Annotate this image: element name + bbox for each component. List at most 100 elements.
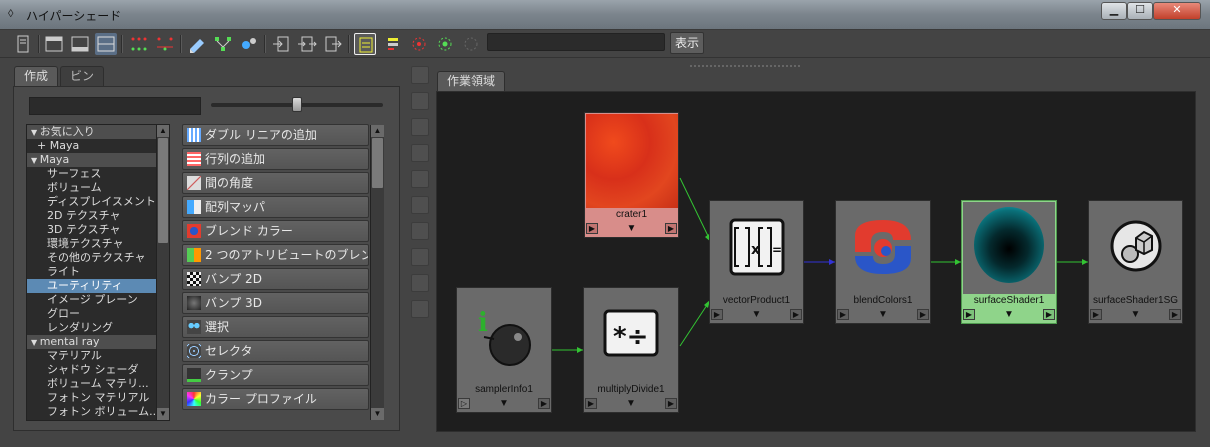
expand-icon[interactable]: ▼ [878,308,888,321]
graph-downstream-icon[interactable] [154,33,176,55]
ipr-render-icon[interactable] [434,33,456,55]
maximize-button[interactable]: ☐ [1127,2,1153,20]
tree-item[interactable]: ディスプレイスメント [27,195,157,209]
output-port-icon[interactable]: ▶ [538,398,550,409]
create-node-button[interactable]: バンプ 2D [182,268,369,290]
show-button[interactable]: 表示 [670,32,704,54]
close-button[interactable]: ✕ [1153,2,1201,20]
expand-icon[interactable]: ▼ [499,397,509,410]
toolbar-search-field[interactable] [487,33,665,51]
tree-item[interactable]: レンダリング [27,321,157,335]
tree-item[interactable]: ボリューム マテリ... [27,377,157,391]
input-port-icon[interactable]: ▷ [458,398,470,409]
create-node-button[interactable]: ブレンド カラー [182,220,369,242]
graph-upstream-icon[interactable] [128,33,150,55]
create-node-button[interactable]: セレクタ [182,340,369,362]
minimize-button[interactable]: ▁ [1101,2,1127,20]
tree-section[interactable]: ▼ お気に入り [27,125,157,139]
expand-icon[interactable]: ▼ [1004,308,1014,321]
tree-item[interactable]: 2D テクスチャ [27,209,157,223]
panel-layout-icon[interactable] [411,66,429,84]
create-node-button[interactable]: 行列の追加 [182,148,369,170]
expand-icon[interactable]: ▼ [1131,308,1141,321]
tree-scrollbar-thumb[interactable] [158,138,168,243]
output-port-icon[interactable]: ▶ [917,309,929,320]
node-crater1[interactable]: crater1 ▶ ▼ ▶ [584,112,679,238]
work-area-canvas[interactable]: crater1 ▶ ▼ ▶ i samplerInfo1 ▷ ▼ ▶ *÷ mu… [436,91,1196,432]
create-node-button[interactable]: 選択 [182,316,369,338]
create-node-button[interactable]: カラー プロファイル [182,388,369,410]
collapse-arrow-icon[interactable]: ▼ [31,156,40,165]
node-surfaceShader1[interactable]: surfaceShader1 ▶ ▼ ▶ [961,200,1057,324]
sort-by-time-icon[interactable] [411,274,429,292]
expand-icon[interactable]: ▼ [626,397,636,410]
tree-item[interactable]: ユーティリティ [27,279,157,293]
node-samplerInfo1[interactable]: i samplerInfo1 ▷ ▼ ▶ [456,287,552,413]
bottom-tabs-icon[interactable] [69,33,91,55]
output-port-icon[interactable]: ▶ [1169,309,1181,320]
input-port-icon[interactable]: ▶ [711,309,723,320]
swatch-small-icon[interactable] [411,118,429,136]
create-node-button[interactable]: 2 つのアトリビュートのブレンド [182,244,369,266]
tree-item[interactable]: ボリューム [27,181,157,195]
node-list-scrollbar[interactable]: ▲ ▼ [370,125,384,420]
output-port-icon[interactable]: ▶ [1043,309,1055,320]
tree-scrollbar[interactable]: ▲ ▼ [156,125,169,420]
tree-item[interactable]: マテリアル [27,349,157,363]
render-settings-icon[interactable] [408,33,430,55]
node-list-scrollbar-thumb[interactable] [372,138,383,188]
collapse-arrow-icon[interactable]: ▼ [31,338,40,347]
input-port-icon[interactable]: ▶ [963,309,975,320]
output-port-icon[interactable]: ▶ [665,223,677,234]
tree-item[interactable]: グロー [27,307,157,321]
tab-work-area[interactable]: 作業領域 [437,71,505,91]
scroll-up-icon[interactable]: ▲ [157,125,169,137]
sort-by-type-icon[interactable] [411,248,429,266]
top-tabs-icon[interactable] [43,33,65,55]
tree-item[interactable]: シャドウ シェーダ [27,363,157,377]
tree-section[interactable]: ▼ Maya [27,153,157,167]
split-tabs-icon[interactable] [95,33,117,55]
sort-reverse-icon[interactable] [411,300,429,318]
tree-item[interactable]: フォトン マテリアル [27,391,157,405]
input-port-icon[interactable]: ▶ [585,398,597,409]
expand-plus-icon[interactable]: + [37,139,50,152]
input-port-icon[interactable]: ▶ [1090,309,1102,320]
expand-icon[interactable]: ▼ [627,222,637,235]
input-output-connections-icon[interactable] [296,33,318,55]
tree-item[interactable]: イメージ プレーン [27,293,157,307]
expand-icon[interactable]: ▼ [752,308,762,321]
icon-view-icon[interactable] [411,170,429,188]
node-vectorProduct1[interactable]: x = vectorProduct1 ▶ ▼ ▶ [709,200,804,324]
input-port-icon[interactable]: ▶ [837,309,849,320]
output-port-icon[interactable]: ▶ [665,398,677,409]
create-node-button[interactable]: クランプ [182,364,369,386]
rearrange-graph-icon[interactable] [212,33,234,55]
scroll-down-icon[interactable]: ▼ [371,408,384,420]
tree-item[interactable]: 3D テクスチャ [27,223,157,237]
node-surfaceShader1SG[interactable]: surfaceShader1SG ▶ ▼ ▶ [1088,200,1183,324]
tree-item[interactable]: その他のテクスチャ [27,251,157,265]
node-filter-field[interactable] [29,97,201,115]
icon-size-slider-handle[interactable] [292,97,302,112]
create-node-button[interactable]: 間の角度 [182,172,369,194]
tree-item[interactable]: 環境テクスチャ [27,237,157,251]
node-multiplyDivide1[interactable]: *÷ multiplyDivide1 ▶ ▼ ▶ [583,287,679,413]
swatch-large-icon[interactable] [411,144,429,162]
tab-create[interactable]: 作成 [14,66,58,86]
output-port-icon[interactable]: ▶ [790,309,802,320]
layout-toggle-icon[interactable] [12,33,34,55]
node-blendColors1[interactable]: blendColors1 ▶ ▼ ▶ [835,200,931,324]
tree-item[interactable]: サーフェス [27,167,157,181]
scroll-up-icon[interactable]: ▲ [371,125,384,137]
create-node-button[interactable]: ダブル リニアの追加 [182,124,369,146]
tree-item[interactable]: ライト [27,265,157,279]
input-port-icon[interactable]: ▶ [586,223,598,234]
tab-bins[interactable]: ビン [60,66,104,86]
name-view-icon[interactable] [411,196,429,214]
attribute-view-icon[interactable] [382,33,404,55]
tree-section[interactable]: ▼ mental ray [27,335,157,349]
swatch-display-icon[interactable] [354,33,376,55]
graph-materials-icon[interactable] [238,33,260,55]
create-node-button[interactable]: バンプ 3D [182,292,369,314]
